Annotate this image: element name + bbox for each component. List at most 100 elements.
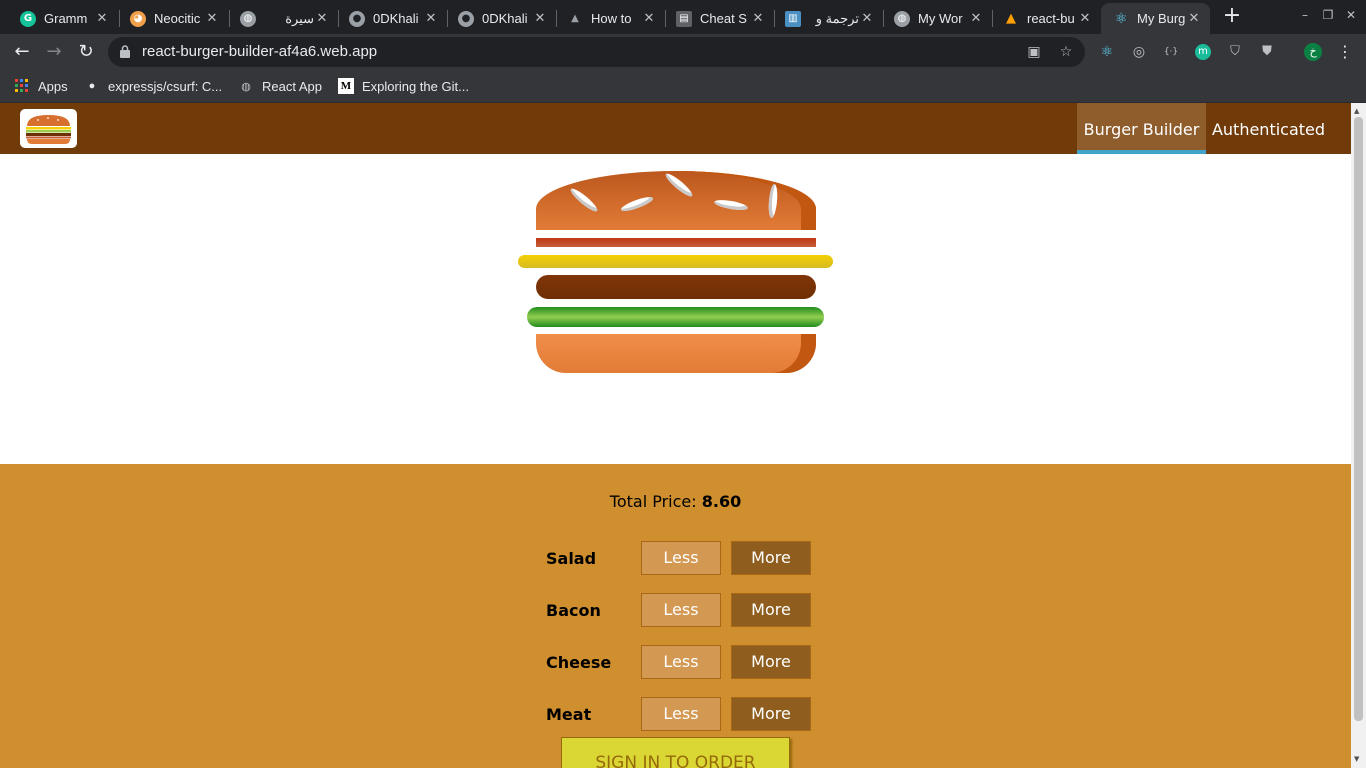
address-bar[interactable]: react-burger-builder-af4a6.web.app ▣ ☆ bbox=[108, 37, 1085, 67]
tab-my-work[interactable]: ◍ My Wor ✕ bbox=[882, 3, 992, 34]
control-label: Cheese bbox=[546, 653, 612, 672]
new-tab-button[interactable]: + bbox=[1220, 5, 1244, 29]
tab-title: react-bu bbox=[1027, 11, 1075, 26]
bread-bottom bbox=[536, 334, 816, 373]
salad-less-button[interactable]: Less bbox=[641, 541, 721, 575]
medium-icon: M bbox=[338, 78, 354, 94]
nav-authenticated[interactable]: Authenticated bbox=[1206, 103, 1331, 154]
salad-more-button[interactable]: More bbox=[731, 541, 811, 575]
close-icon[interactable]: ✕ bbox=[94, 11, 110, 26]
restore-icon[interactable]: ❐ bbox=[1320, 8, 1336, 22]
cheatsheet-icon: ▤ bbox=[676, 10, 692, 27]
close-icon[interactable]: ✕ bbox=[968, 11, 984, 26]
sign-in-to-order-button[interactable]: SIGN IN TO ORDER bbox=[561, 737, 790, 768]
bookmark-exploring-git[interactable]: M Exploring the Git... bbox=[338, 76, 469, 96]
tab-cheat-sheet[interactable]: ▤ Cheat S ✕ bbox=[664, 3, 774, 34]
bacon-more-button[interactable]: More bbox=[731, 593, 811, 627]
meat-less-button[interactable]: Less bbox=[641, 697, 721, 731]
tab-title: سيرة bbox=[285, 10, 314, 26]
total-price: Total Price: 8.60 bbox=[0, 492, 1351, 511]
close-icon[interactable]: ✕ bbox=[859, 11, 875, 26]
burger-logo-icon bbox=[26, 115, 71, 144]
ingredient-meat bbox=[536, 275, 816, 299]
tab-neocities[interactable]: ◕ Neocitic ✕ bbox=[118, 3, 228, 34]
tab-title: Gramm bbox=[44, 11, 88, 26]
m-extension-icon[interactable]: m bbox=[1195, 44, 1211, 60]
bookmark-react-app[interactable]: ◍ React App bbox=[238, 76, 322, 96]
close-icon[interactable]: ✕ bbox=[750, 11, 766, 26]
close-icon[interactable]: ✕ bbox=[641, 11, 657, 26]
more-menu-icon[interactable]: ⋮ bbox=[1333, 40, 1357, 64]
bookmark-star-icon[interactable]: ☆ bbox=[1058, 44, 1074, 60]
cheese-more-button[interactable]: More bbox=[731, 645, 811, 679]
tab-title: ترجمة و bbox=[815, 10, 859, 26]
apps-grid-icon bbox=[14, 78, 30, 94]
meat-more-button[interactable]: More bbox=[731, 697, 811, 731]
tab-grammarly[interactable]: G Gramm ✕ bbox=[8, 3, 118, 34]
scrollbar-thumb[interactable] bbox=[1354, 117, 1363, 721]
bookmark-label: Exploring the Git... bbox=[362, 78, 469, 94]
tab-title: My Wor bbox=[918, 11, 963, 26]
tab-how-to[interactable]: ▲ How to ✕ bbox=[555, 3, 665, 34]
reload-icon[interactable]: ↻ bbox=[74, 40, 98, 64]
tab-github-1[interactable]: ● 0DKhali ✕ bbox=[337, 3, 447, 34]
bacon-less-button[interactable]: Less bbox=[641, 593, 721, 627]
build-controls: Total Price: 8.60 Salad Less More Bacon … bbox=[0, 464, 1351, 768]
close-icon[interactable]: ✕ bbox=[1186, 11, 1202, 26]
github-icon: ● bbox=[349, 10, 365, 27]
page-scrollbar[interactable]: ▲ ▼ bbox=[1351, 103, 1366, 768]
control-label: Salad bbox=[546, 549, 597, 568]
control-row-cheese: Cheese Less More bbox=[536, 644, 816, 680]
scroll-down-arrow-icon[interactable]: ▼ bbox=[1354, 755, 1359, 763]
window-close-icon[interactable]: ✕ bbox=[1343, 8, 1359, 22]
close-icon[interactable]: ✕ bbox=[532, 11, 548, 26]
control-row-salad: Salad Less More bbox=[536, 540, 816, 576]
forward-arrow-icon[interactable]: → bbox=[42, 40, 66, 64]
sesame-seed bbox=[568, 186, 600, 214]
tab-title: How to bbox=[591, 11, 632, 26]
shield-icon[interactable]: ⛉ bbox=[1227, 44, 1243, 60]
shield-check-icon[interactable]: ⛊ bbox=[1259, 44, 1275, 60]
tab-strip: G Gramm ✕ ◕ Neocitic ✕ ◍ سيرة ✕ ● 0DKhal… bbox=[0, 0, 1366, 34]
bookmark-csurf[interactable]: ● expressjs/csurf: C... bbox=[84, 76, 222, 96]
tab-translation[interactable]: ▥ ترجمة و ✕ bbox=[773, 3, 883, 34]
minimize-icon[interactable]: – bbox=[1297, 8, 1313, 22]
sesame-seed bbox=[619, 194, 655, 214]
nav-burger-builder[interactable]: Burger Builder bbox=[1077, 103, 1206, 154]
sesame-seed bbox=[767, 183, 779, 219]
control-row-meat: Meat Less More bbox=[536, 696, 816, 732]
tab-firebase[interactable]: ▲ react-bu ✕ bbox=[991, 3, 1101, 34]
burger-preview bbox=[0, 154, 1351, 464]
github-icon: ● bbox=[458, 10, 474, 27]
globe-icon: ◍ bbox=[241, 80, 251, 93]
react-devtools-icon[interactable]: ⚛ bbox=[1099, 44, 1115, 60]
control-row-bacon: Bacon Less More bbox=[536, 592, 816, 628]
close-icon[interactable]: ✕ bbox=[204, 11, 220, 26]
bookmarks-bar: Apps ● expressjs/csurf: C... ◍ React App… bbox=[0, 70, 1366, 103]
bookmark-apps[interactable]: Apps bbox=[14, 76, 68, 96]
target-icon[interactable]: ◎ bbox=[1131, 44, 1147, 60]
burger-logo[interactable] bbox=[20, 109, 77, 148]
bookmark-label: React App bbox=[262, 78, 322, 94]
globe-icon: ◍ bbox=[894, 10, 910, 27]
ingredient-bacon bbox=[536, 238, 816, 247]
tab-title: Cheat S bbox=[700, 11, 747, 26]
tab-github-2[interactable]: ● 0DKhali ✕ bbox=[446, 3, 556, 34]
tab-my-burger[interactable]: ⚛ My Burg ✕ bbox=[1101, 3, 1210, 34]
close-icon[interactable]: ✕ bbox=[423, 11, 439, 26]
translate-icon[interactable]: ▣ bbox=[1026, 44, 1042, 60]
cheese-less-button[interactable]: Less bbox=[641, 645, 721, 679]
browser-toolbar: ← → ↻ react-burger-builder-af4a6.web.app… bbox=[0, 34, 1366, 70]
scroll-up-arrow-icon[interactable]: ▲ bbox=[1354, 107, 1359, 115]
profile-avatar[interactable]: خ bbox=[1304, 43, 1322, 61]
bread-top bbox=[536, 171, 816, 230]
code-extension-icon[interactable]: {·} bbox=[1163, 44, 1179, 60]
close-icon[interactable]: ✕ bbox=[314, 11, 330, 26]
lock-icon bbox=[120, 45, 130, 58]
url-text: react-burger-builder-af4a6.web.app bbox=[142, 43, 378, 60]
back-arrow-icon[interactable]: ← bbox=[10, 40, 34, 64]
control-label: Bacon bbox=[546, 601, 601, 620]
close-icon[interactable]: ✕ bbox=[1077, 11, 1093, 26]
sesame-seed bbox=[713, 198, 749, 212]
tab-sira[interactable]: ◍ سيرة ✕ bbox=[228, 3, 338, 34]
